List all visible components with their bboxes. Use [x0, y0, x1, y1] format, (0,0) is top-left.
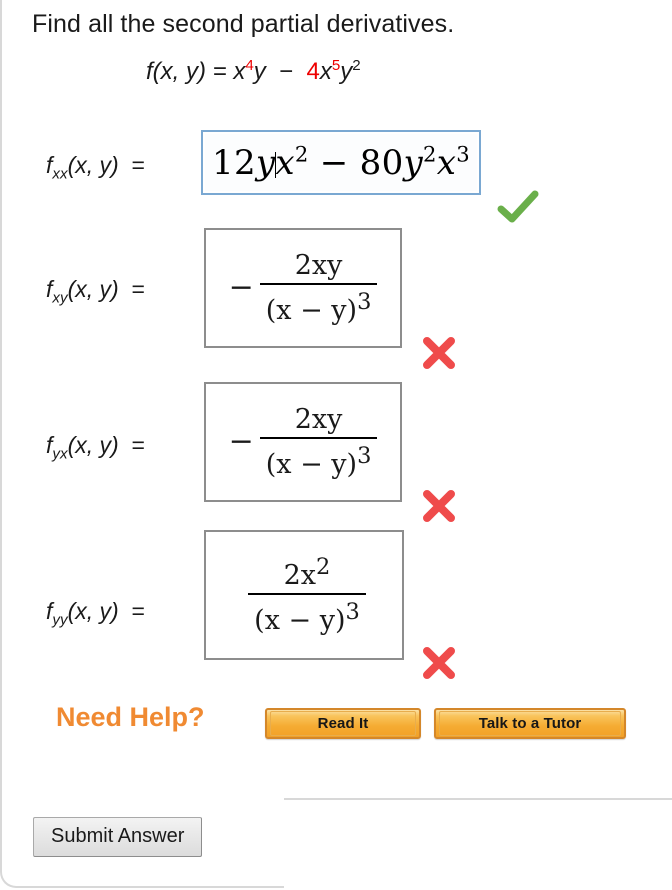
fyx-den-base: (x − y): [265, 449, 358, 480]
fxx-var4-exponent: 3: [456, 141, 470, 167]
given-term2-exponent: 5: [331, 57, 341, 74]
fyx-denominator: (x − y)3: [260, 439, 378, 480]
fyx-num-vars: xy: [311, 404, 343, 435]
label-fyx: fyx(x, y) =: [46, 432, 145, 462]
fyy-denominator: (x − y)3: [248, 595, 366, 636]
fyx-fraction: 2xy (x − y)3: [259, 404, 378, 480]
answer-input-fxx[interactable]: 12yx2 − 80y2x3: [201, 130, 481, 195]
fxx-var1: y: [255, 142, 276, 183]
given-lhs: f(x, y) =: [146, 58, 234, 85]
need-help-label: Need Help?: [56, 702, 205, 732]
label-fxy: fxy(x, y) =: [46, 276, 145, 306]
answer-fxy-expression: − 2xy (x − y)3: [229, 250, 378, 326]
given-term1-base: x: [233, 58, 246, 85]
fxy-num-coef: 2: [294, 250, 312, 281]
fxx-coef2: 80: [359, 142, 404, 183]
red-x-icon: [420, 644, 458, 682]
given-minus: −: [279, 58, 294, 85]
label-fyy-equals: =: [131, 598, 145, 624]
read-it-button[interactable]: Read It: [265, 708, 421, 739]
answer-input-fxy[interactable]: − 2xy (x − y)3: [204, 228, 402, 348]
label-fyy-subscript: yy: [52, 611, 68, 629]
label-fxx-args: (x, y): [67, 152, 119, 178]
label-fyy-args: (x, y): [67, 598, 119, 624]
fxy-sign: −: [228, 269, 254, 305]
fyy-den-exponent: 3: [345, 599, 360, 625]
given-term1-exponent: 4: [245, 57, 254, 74]
label-fxy-equals: =: [131, 276, 145, 302]
answer-input-fyy[interactable]: 2x2 (x − y)3: [204, 530, 404, 660]
label-fxx: fxx(x, y) =: [46, 152, 145, 182]
label-fxy-args: (x, y): [67, 276, 119, 302]
label-fyx-equals: =: [131, 432, 145, 458]
given-function: f(x, y) = x4y − 4x5y2: [146, 58, 361, 86]
fyx-num-coef: 2: [294, 404, 312, 435]
fyy-num-vars: x: [300, 560, 317, 591]
answer-input-fyx[interactable]: − 2xy (x − y)3: [204, 382, 402, 502]
answer-fyx-expression: − 2xy (x − y)3: [229, 404, 378, 480]
answer-fxx-expression: 12yx2 − 80y2x3: [212, 143, 470, 183]
fyy-den-base: (x − y): [254, 605, 346, 636]
fxx-var2-exponent: 2: [294, 141, 309, 167]
read-it-label: Read It: [270, 711, 416, 736]
answer-fyy-expression: 2x2 (x − y)3: [242, 554, 366, 636]
fxx-operator: −: [319, 142, 349, 183]
given-term2-var: y: [340, 58, 353, 85]
label-fyy: fyy(x, y) =: [46, 598, 145, 628]
fyx-sign: −: [228, 423, 254, 459]
fyy-num-exponent: 2: [316, 554, 331, 580]
green-check-icon: [497, 190, 539, 224]
label-fyx-subscript: yx: [52, 445, 68, 463]
fxy-num-vars: xy: [311, 250, 343, 281]
fxx-var3: y: [403, 142, 424, 183]
fyx-den-exponent: 3: [357, 443, 372, 469]
given-term2-base: x: [319, 58, 332, 85]
fxx-var2: x: [275, 142, 295, 183]
talk-to-tutor-label: Talk to a Tutor: [439, 711, 621, 736]
label-fxy-subscript: xy: [52, 289, 68, 307]
red-x-icon: [420, 487, 458, 525]
fxx-var4: x: [436, 142, 457, 183]
panel-divider: [284, 798, 672, 800]
fxx-var3-exponent: 2: [423, 141, 437, 167]
fxx-coef1: 12: [212, 142, 256, 183]
label-fxx-subscript: xx: [52, 165, 68, 183]
submit-answer-button[interactable]: Submit Answer: [33, 817, 203, 857]
fxy-denominator: (x − y)3: [260, 285, 378, 326]
given-term2-coefficient: 4: [306, 58, 320, 85]
fxy-numerator: 2xy: [289, 250, 349, 283]
fyx-numerator: 2xy: [289, 404, 349, 437]
panel-clip-mask: [284, 838, 672, 890]
label-fxx-equals: =: [131, 152, 145, 178]
fxy-den-base: (x − y): [265, 295, 358, 326]
fxy-den-exponent: 3: [357, 289, 372, 315]
fyy-num-coef: 2: [283, 560, 301, 591]
fyy-numerator: 2x2: [278, 554, 337, 593]
given-term2-var-exponent: 2: [352, 57, 361, 74]
red-x-icon: [420, 334, 458, 372]
talk-to-tutor-button[interactable]: Talk to a Tutor: [434, 708, 626, 739]
given-term1-var: y: [253, 58, 266, 85]
question-prompt: Find all the second partial derivatives.: [32, 10, 455, 38]
given-operator: [266, 58, 279, 85]
label-fyx-args: (x, y): [67, 432, 119, 458]
fyy-fraction: 2x2 (x − y)3: [248, 554, 366, 636]
fxy-fraction: 2xy (x − y)3: [259, 250, 378, 326]
need-help-row: Need Help? Read It Talk to a Tutor: [0, 700, 672, 746]
